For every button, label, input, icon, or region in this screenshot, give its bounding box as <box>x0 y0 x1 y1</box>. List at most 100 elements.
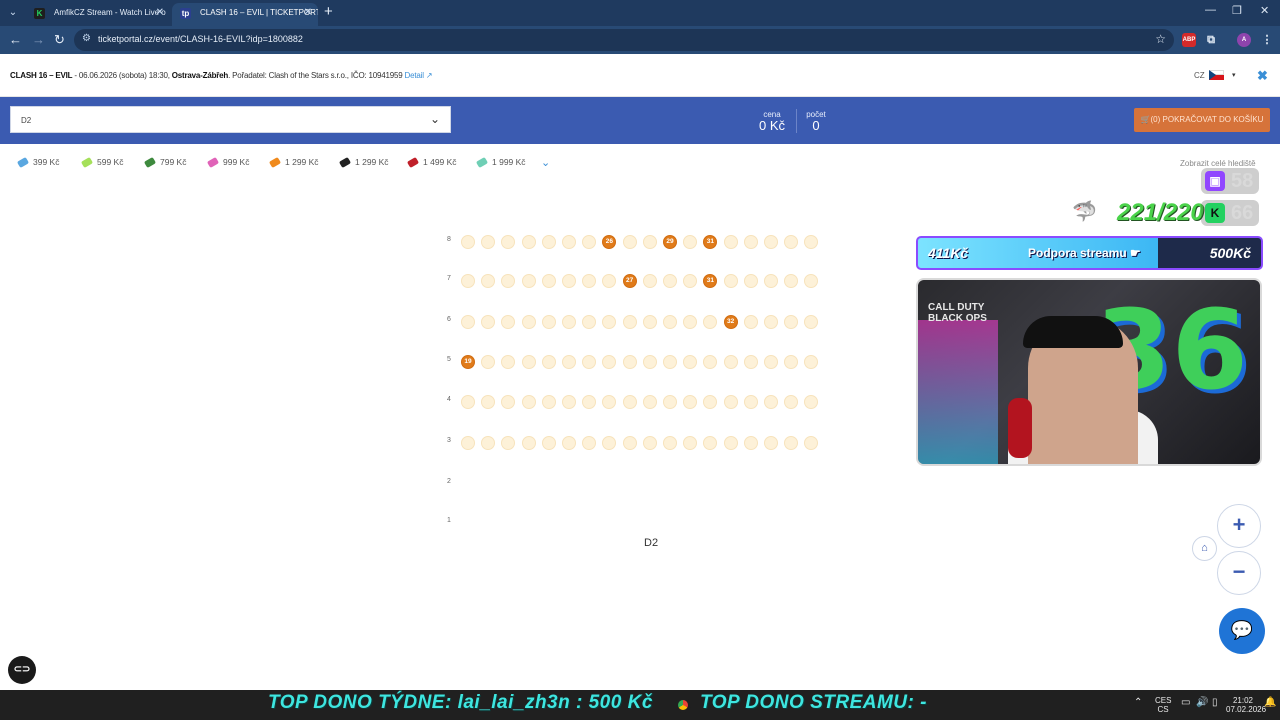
accessibility-icon[interactable]: ⊂⊃ <box>8 656 36 684</box>
seat-available[interactable]: 32 <box>723 315 738 329</box>
language-code[interactable]: CZ <box>1194 71 1205 80</box>
price-category[interactable]: 799 Kč <box>143 154 186 170</box>
seat-sold <box>642 355 657 369</box>
seat-sold <box>784 235 799 249</box>
ticker-top-donor-stream: TOP DONO STREAMU: - <box>700 692 927 713</box>
external-link-icon[interactable]: ↗ <box>424 71 433 80</box>
back-arrow-icon[interactable]: ← <box>9 31 22 49</box>
window-close-icon[interactable]: ✕ <box>1260 4 1269 17</box>
price-category[interactable]: 999 Kč <box>206 154 249 170</box>
battery-icon[interactable]: ▯ <box>1212 697 1218 708</box>
rgb-light <box>918 320 998 464</box>
site-info-icon[interactable]: ⚙ <box>82 33 91 44</box>
czech-flag-icon[interactable] <box>1209 70 1224 80</box>
chat-bubble-icon[interactable]: 💬 <box>1219 608 1265 654</box>
selection-toolbar: D2 ⌄ cena 0 Kč počet 0 🛒(0) POKRAČOVAT D… <box>0 97 1280 144</box>
clock[interactable]: 21:02 07.02.2026 <box>1226 696 1266 714</box>
seat-sold <box>481 235 496 249</box>
seat-sold <box>562 315 576 329</box>
adblock-extension-icon[interactable]: ABP <box>1182 33 1196 47</box>
poster-text: CALL DUTY BLACK OPS <box>928 302 987 324</box>
seat-sold <box>703 436 718 450</box>
seat-sold <box>461 235 475 249</box>
seat-sold <box>582 395 597 409</box>
chevron-up-icon[interactable]: ⌃ <box>1134 697 1142 708</box>
seat-sold <box>521 355 536 369</box>
seat-sold <box>663 395 677 409</box>
network-icon[interactable]: ▭ <box>1181 697 1190 708</box>
kick-icon: K <box>1205 203 1225 223</box>
price-category[interactable]: 1 299 Kč <box>338 154 389 170</box>
event-detail-link[interactable]: Detail <box>405 71 424 80</box>
seat-available[interactable]: 31 <box>703 274 718 288</box>
continue-to-cart-button[interactable]: 🛒(0) POKRAČOVAT DO KOŠÍKU <box>1134 108 1270 132</box>
seat-sold <box>743 436 758 450</box>
tab-ticketportal[interactable]: tp CLASH 16 – EVIL | TICKETPORT ✕ <box>172 3 318 26</box>
twitch-icon: ▣ <box>1205 171 1225 191</box>
seat-sold <box>622 436 637 450</box>
chrome-taskbar-icon[interactable] <box>675 697 691 713</box>
browser-tab-bar: ⌄ K AmfikCZ Stream - Watch Live o ✕ tp C… <box>0 0 1280 26</box>
seat-available[interactable]: 26 <box>602 235 617 249</box>
url-field[interactable]: ⚙ ticketportal.cz/event/CLASH-16-EVIL?id… <box>74 29 1174 51</box>
price-total: cena 0 Kč <box>756 110 788 133</box>
tab-title: CLASH 16 – EVIL | TICKETPORT <box>200 8 318 17</box>
seat-available[interactable]: 27 <box>622 274 637 288</box>
seat-sold <box>562 436 576 450</box>
hand-icon: ☛ <box>1130 246 1141 260</box>
seat-sold <box>602 395 617 409</box>
seat-sold <box>804 436 819 450</box>
donation-current: 411Kč <box>928 245 969 261</box>
language-caret-icon[interactable]: ▾ <box>1232 71 1236 79</box>
volume-icon[interactable]: 🔊 <box>1196 697 1208 708</box>
tab-amfikcz[interactable]: K AmfikCZ Stream - Watch Live o ✕ <box>26 3 170 26</box>
tab-close-icon[interactable]: ✕ <box>156 3 164 23</box>
reload-icon[interactable]: ↻ <box>54 31 65 49</box>
sector-select-value: D2 <box>21 116 32 125</box>
reset-view-home-icon[interactable]: ⌂ <box>1192 536 1217 561</box>
chevron-down-icon[interactable]: ⌄ <box>541 157 550 169</box>
sector-select[interactable]: D2 ⌄ <box>10 106 451 133</box>
price-category[interactable]: 1 499 Kč <box>406 154 457 170</box>
seat-sold <box>804 235 819 249</box>
browser-menu-icon[interactable]: ⋮ <box>1260 33 1274 47</box>
seat-sold <box>663 355 677 369</box>
zoom-out-button[interactable]: − <box>1217 551 1261 595</box>
seat-sold <box>683 235 698 249</box>
price-category[interactable]: 599 Kč <box>80 154 124 170</box>
seat-sold <box>683 355 698 369</box>
seat-sold <box>743 235 758 249</box>
seat-available[interactable]: 19 <box>461 355 475 369</box>
seat-sold <box>461 436 475 450</box>
minimize-icon[interactable]: — <box>1205 4 1216 16</box>
show-full-venue-link[interactable]: Zobrazit celé hlediště <box>1180 159 1256 168</box>
seat-available[interactable]: 31 <box>703 235 718 249</box>
seat-sold <box>501 355 516 369</box>
price-category[interactable]: 399 Kč <box>16 154 59 170</box>
close-icon[interactable]: ✖ <box>1257 68 1268 84</box>
notification-icon[interactable]: 🔔 <box>1264 697 1276 708</box>
price-category[interactable]: 1 299 Kč <box>268 154 319 170</box>
seat-sold <box>461 395 475 409</box>
price-category-label: 599 Kč <box>97 157 124 167</box>
event-venue: Ostrava-Zábřeh <box>171 71 229 80</box>
seat-sold <box>784 355 799 369</box>
extensions-puzzle-icon[interactable]: ⧉ <box>1204 33 1218 47</box>
seat-available[interactable]: 29 <box>663 235 677 249</box>
input-language[interactable]: CES CS <box>1155 696 1171 714</box>
seat-sold <box>683 315 698 329</box>
event-datetime: - 06.06.2026 (sobota) 18:30, <box>72 71 172 80</box>
seat-sold <box>622 315 637 329</box>
restore-icon[interactable]: ❐ <box>1232 4 1242 17</box>
seat-sold <box>521 395 536 409</box>
tab-search-icon[interactable]: ⌄ <box>4 4 22 22</box>
zoom-in-button[interactable]: + <box>1217 504 1261 548</box>
new-tab-plus-icon[interactable]: + <box>324 3 333 21</box>
kick-favicon-icon: K <box>34 8 45 19</box>
tab-close-icon[interactable]: ✕ <box>304 3 312 23</box>
price-category[interactable]: 1 999 Kč <box>475 154 526 170</box>
seat-sold <box>541 395 556 409</box>
profile-avatar[interactable]: A <box>1237 33 1251 47</box>
bookmark-star-icon[interactable]: ☆ <box>1155 32 1166 46</box>
forward-arrow-icon[interactable]: → <box>32 31 45 49</box>
